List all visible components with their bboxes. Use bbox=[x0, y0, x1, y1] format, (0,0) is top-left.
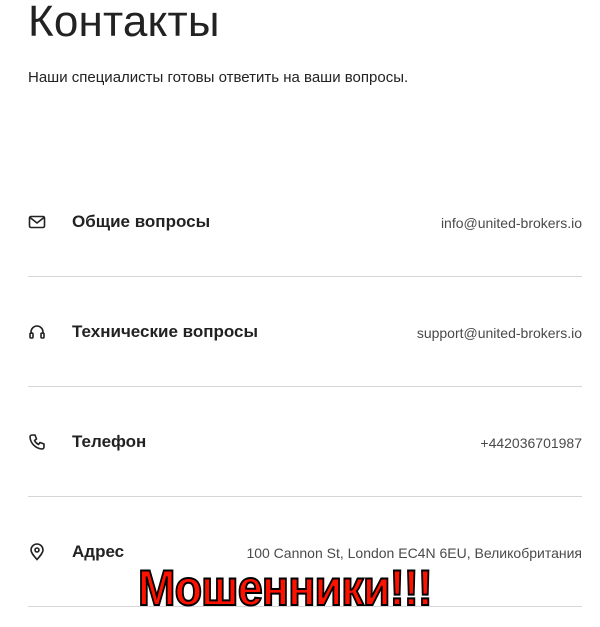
contact-label: Адрес bbox=[72, 542, 125, 561]
mail-icon bbox=[28, 213, 46, 231]
scam-warning-overlay: Мошенники!!! bbox=[137, 559, 434, 617]
headset-icon bbox=[28, 323, 46, 341]
contact-row-support: Технические вопросы support@united-broke… bbox=[28, 278, 582, 388]
phone-link[interactable]: +442036701987 bbox=[480, 433, 582, 453]
email-link[interactable]: info@united-brokers.io bbox=[441, 213, 582, 233]
email-link[interactable]: support@united-brokers.io bbox=[417, 323, 582, 343]
divider bbox=[28, 496, 582, 497]
divider bbox=[28, 386, 582, 387]
contact-label: Технические вопросы bbox=[72, 322, 259, 341]
location-pin-icon bbox=[28, 543, 46, 561]
phone-icon bbox=[28, 433, 46, 451]
contact-label: Телефон bbox=[72, 432, 147, 451]
contact-row-phone: Телефон +442036701987 bbox=[28, 388, 582, 498]
contact-row-general: Общие вопросы info@united-brokers.io bbox=[28, 168, 582, 278]
contact-label: Общие вопросы bbox=[72, 212, 211, 231]
page-subtitle: Наши специалисты готовы ответить на ваши… bbox=[28, 69, 409, 86]
divider bbox=[28, 276, 582, 277]
page-title: Контакты bbox=[28, 0, 220, 46]
